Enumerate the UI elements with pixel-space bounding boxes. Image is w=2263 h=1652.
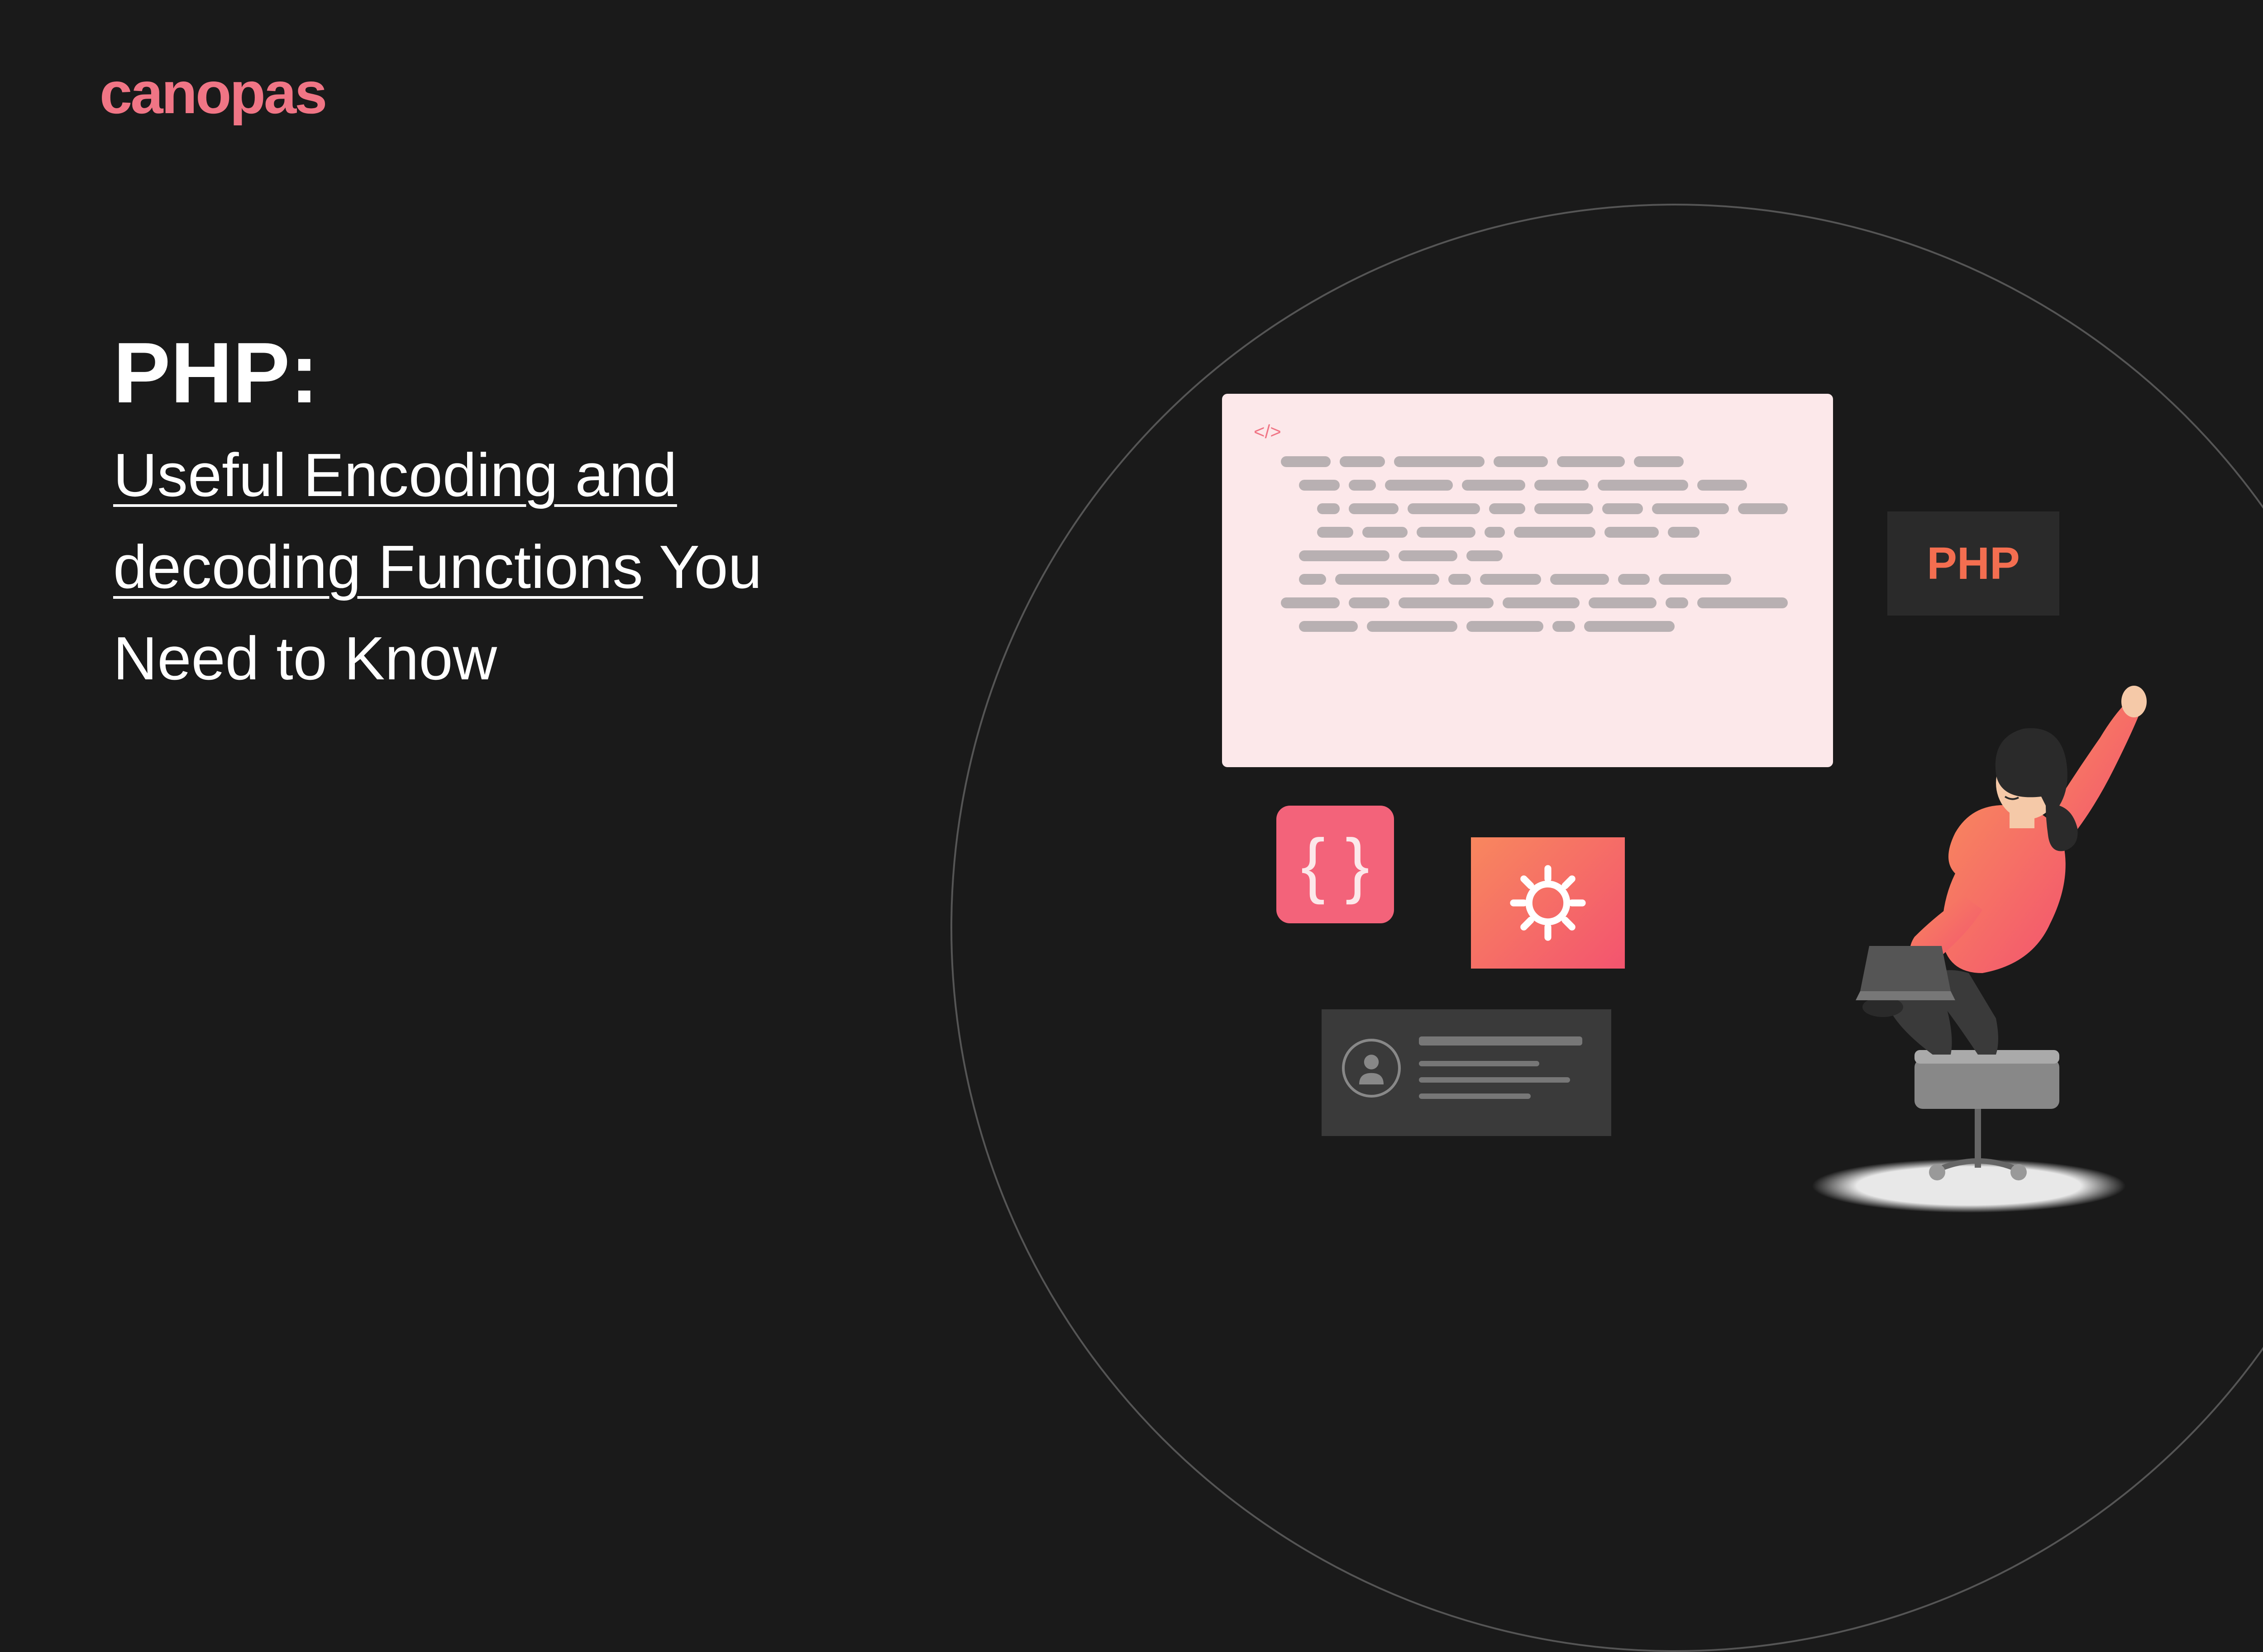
code-tag-icon: </> <box>1254 421 1281 443</box>
avatar-icon <box>1351 1048 1392 1089</box>
person-with-laptop-illustration <box>1788 656 2240 1199</box>
brand-logo: canopas <box>100 59 325 127</box>
page-title-block: PHP: Useful Encoding and decoding Functi… <box>113 326 762 705</box>
php-badge: PHP <box>1887 511 2059 616</box>
title-subheading-line2-plain: You <box>643 533 762 601</box>
gear-badge <box>1471 837 1625 969</box>
title-subheading-line1: Useful Encoding and <box>113 430 762 521</box>
avatar-circle <box>1342 1039 1401 1098</box>
code-lines-placeholder <box>1254 456 1801 632</box>
braces-badge: { } <box>1276 806 1394 923</box>
title-heading: PHP: <box>113 326 762 420</box>
title-subheading-line2-underlined: decoding Functions <box>113 533 643 601</box>
profile-card-illustration <box>1322 1009 1611 1136</box>
profile-text-lines <box>1419 1030 1591 1110</box>
code-window-illustration: </> <box>1222 394 1833 767</box>
braces-icon: { } <box>1301 823 1369 906</box>
title-subheading-line3: Need to Know <box>113 613 762 705</box>
gear-icon <box>1505 860 1591 946</box>
